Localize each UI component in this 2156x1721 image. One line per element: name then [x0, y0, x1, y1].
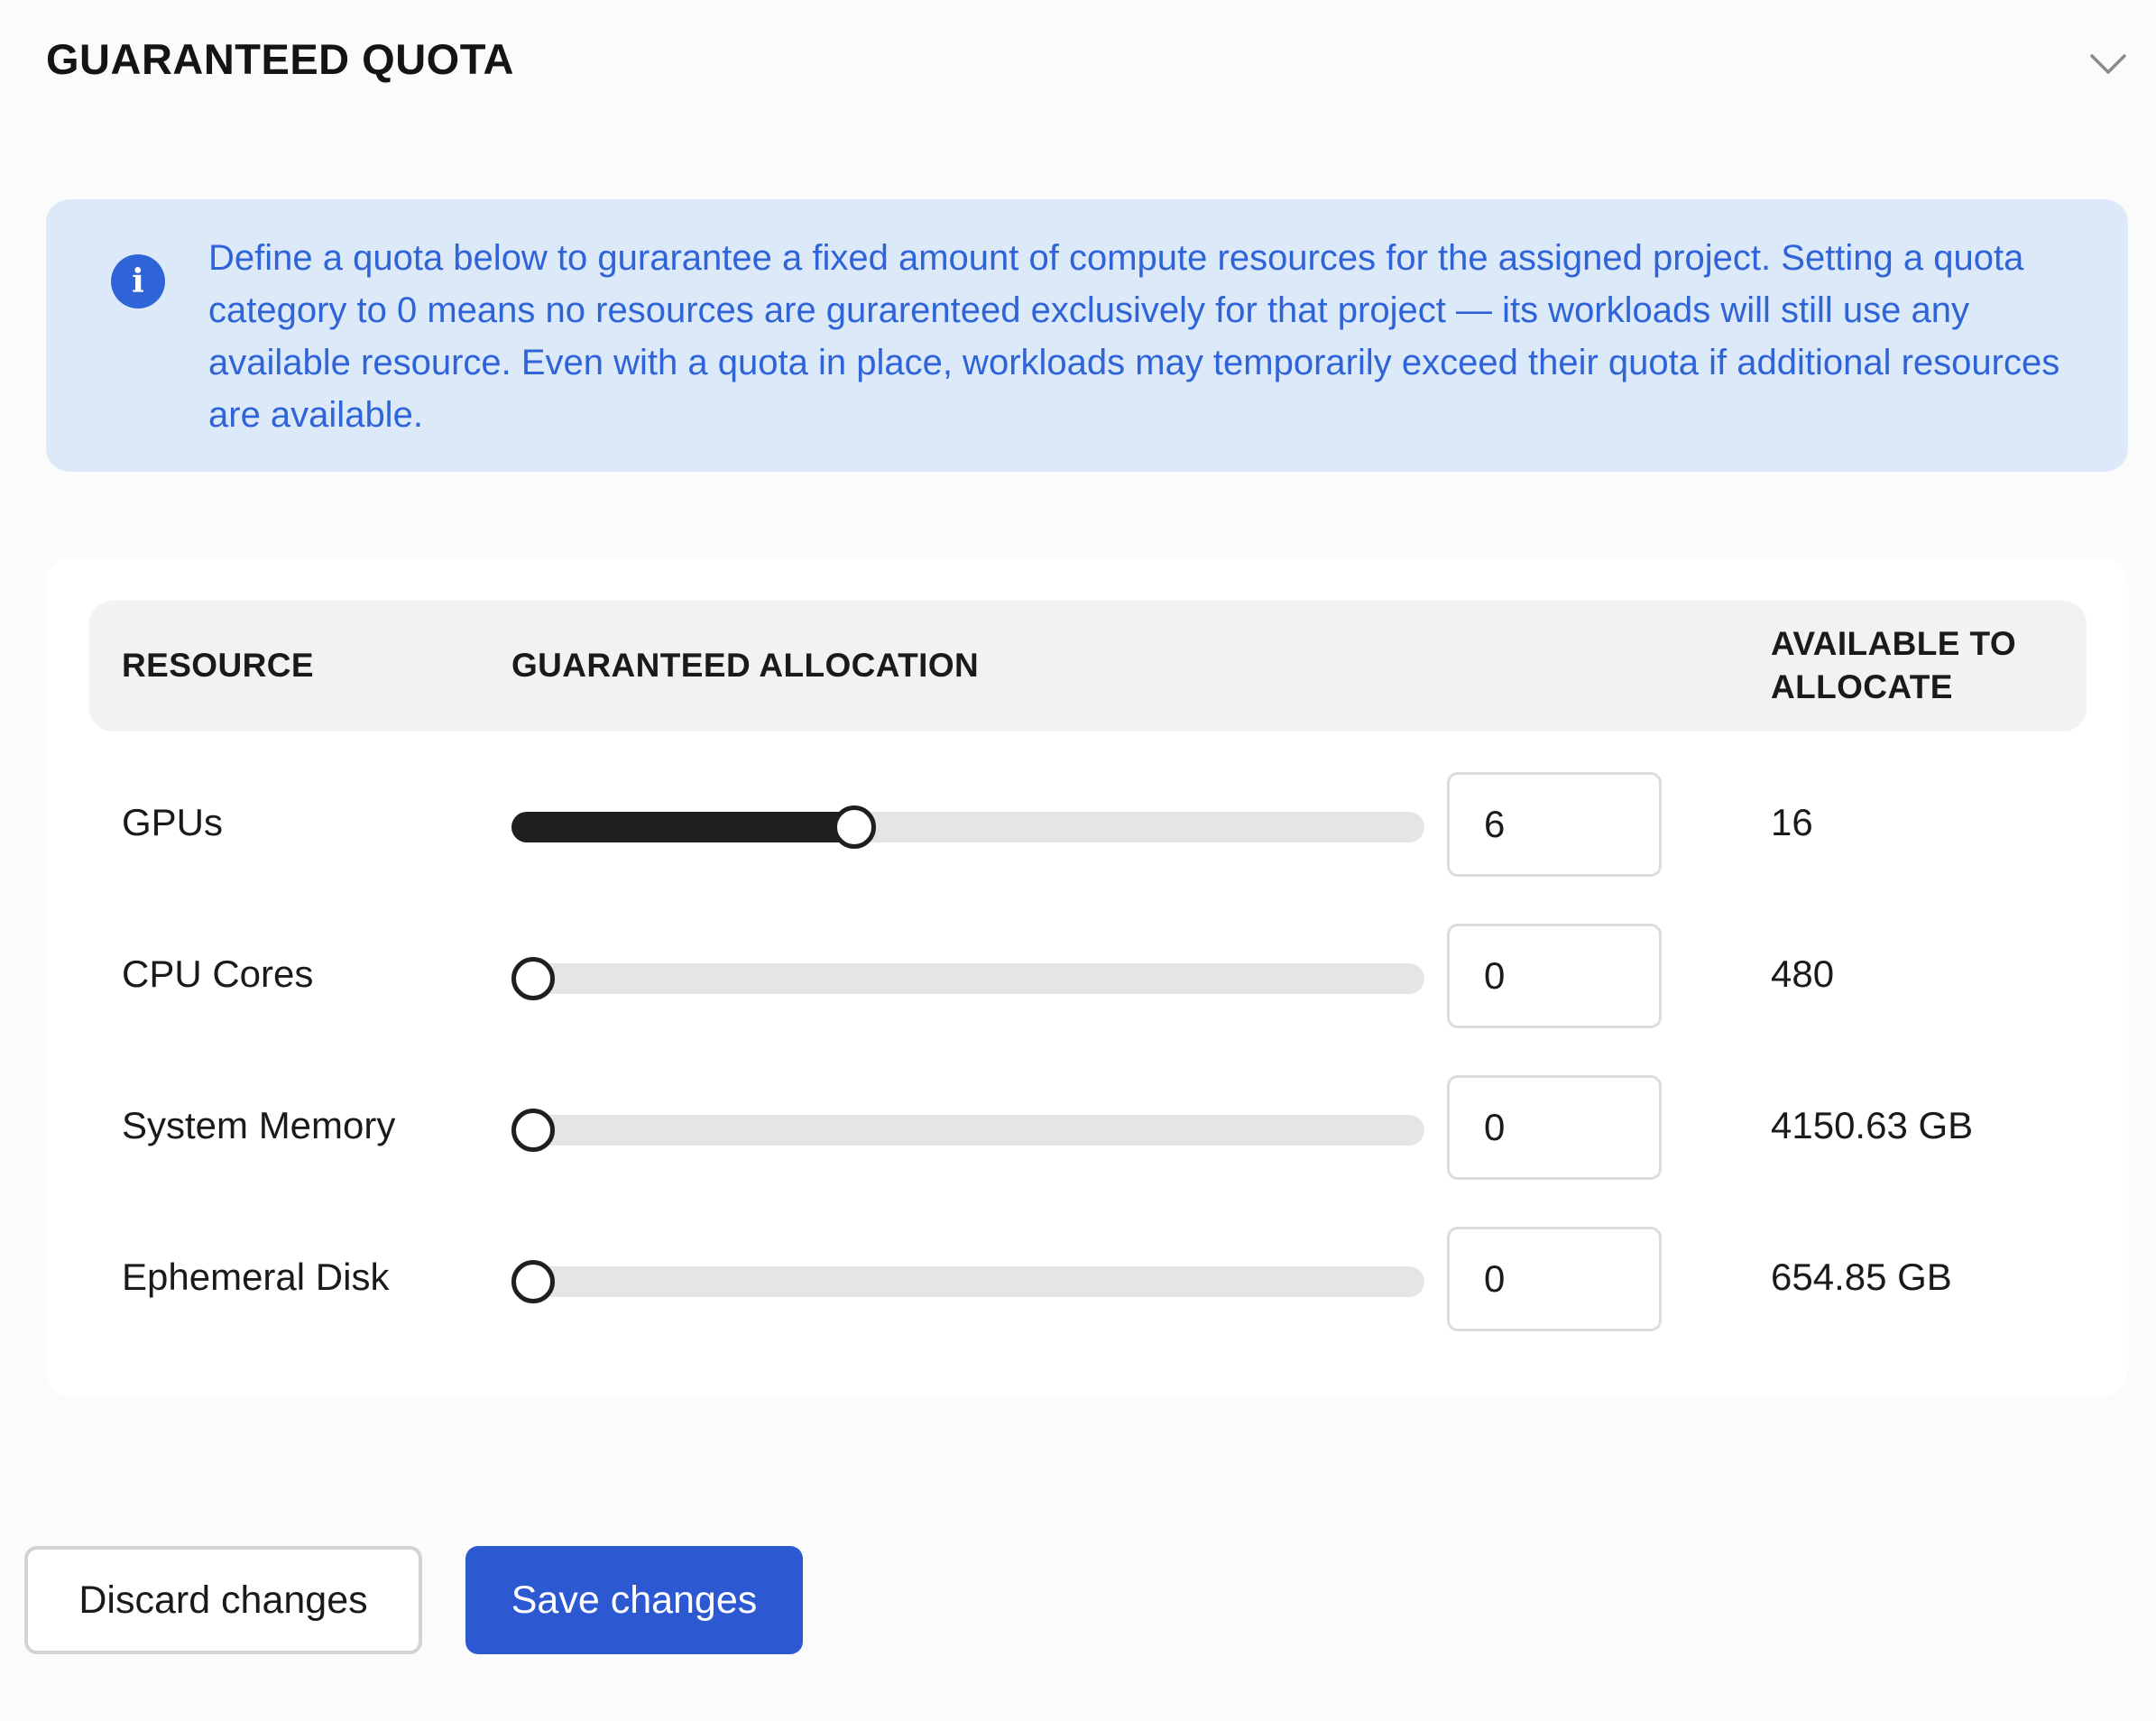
discard-changes-button[interactable]: Discard changes — [24, 1546, 422, 1654]
resource-name: CPU Cores — [122, 953, 314, 995]
allocation-slider[interactable] — [511, 1260, 1424, 1303]
info-callout: i Define a quota below to gurarantee a f… — [46, 199, 2128, 472]
slider-handle[interactable] — [832, 805, 876, 849]
allocation-slider[interactable] — [511, 957, 1424, 1000]
section-title: GUARANTEED QUOTA — [46, 35, 514, 83]
info-text: Define a quota below to gurarantee a fix… — [208, 238, 2060, 435]
resource-name: GPUs — [122, 801, 224, 843]
slider-fill — [511, 812, 854, 842]
allocation-input[interactable] — [1447, 772, 1662, 877]
info-icon: i — [111, 254, 165, 308]
available-value: 654.85 GB — [1771, 1256, 1952, 1298]
slider-handle[interactable] — [511, 1109, 555, 1152]
slider-handle[interactable] — [511, 957, 555, 1000]
available-value: 480 — [1771, 953, 1835, 995]
resource-row-cpu-cores: CPU Cores 480 — [89, 920, 2087, 1028]
guaranteed-quota-page: GUARANTEED QUOTA i Define a quota below … — [0, 0, 2156, 1721]
slider-handle[interactable] — [511, 1260, 555, 1303]
table-header: RESOURCE GUARANTEED ALLOCATION AVAILABLE… — [89, 601, 2087, 732]
save-changes-button[interactable]: Save changes — [465, 1546, 803, 1654]
allocation-slider[interactable] — [511, 805, 1424, 849]
resource-row-system-memory: System Memory 4150.63 GB — [89, 1072, 2087, 1180]
resource-name: Ephemeral Disk — [122, 1256, 390, 1298]
quota-card: RESOURCE GUARANTEED ALLOCATION AVAILABLE… — [46, 557, 2128, 1396]
available-value: 4150.63 GB — [1771, 1104, 1974, 1146]
available-value: 16 — [1771, 801, 1813, 843]
header-resource: RESOURCE — [122, 647, 314, 684]
header-available-to-allocate: AVAILABLE TO ALLOCATE — [1771, 625, 2017, 705]
allocation-input[interactable] — [1447, 1075, 1662, 1180]
resource-row-ephemeral-disk: Ephemeral Disk 654.85 GB — [89, 1223, 2087, 1331]
allocation-input[interactable] — [1447, 1227, 1662, 1331]
section-header[interactable]: GUARANTEED QUOTA — [46, 18, 2130, 99]
resource-name: System Memory — [122, 1104, 396, 1146]
resource-row-gpus: GPUs 16 — [89, 768, 2087, 877]
header-guaranteed-allocation: GUARANTEED ALLOCATION — [511, 647, 980, 684]
chevron-down-icon[interactable] — [2087, 45, 2130, 81]
allocation-input[interactable] — [1447, 924, 1662, 1028]
allocation-slider[interactable] — [511, 1109, 1424, 1152]
